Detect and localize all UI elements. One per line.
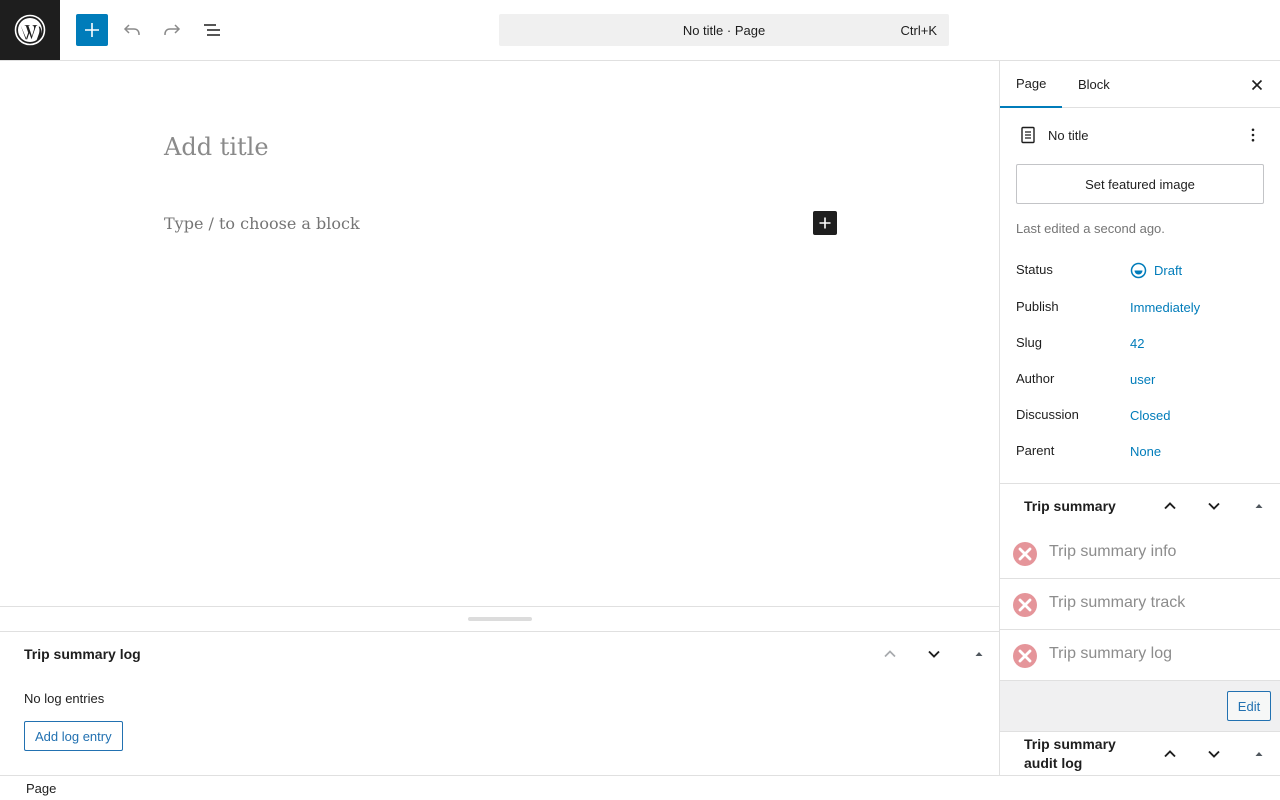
parent-row: Parent None — [1016, 443, 1265, 463]
page-document-icon — [1016, 123, 1040, 147]
default-block-appender[interactable]: Type / to choose a block — [164, 214, 360, 233]
parent-toggle[interactable]: None — [1130, 444, 1161, 459]
trip-summary-item-label: Trip summary track — [1049, 594, 1186, 611]
triangle-up-icon — [975, 652, 983, 656]
list-view-icon — [204, 24, 220, 36]
publish-date-toggle[interactable]: Immediately — [1130, 300, 1200, 315]
add-log-entry-button[interactable]: Add log entry — [24, 721, 123, 751]
trip-summary-item[interactable]: Trip summary log — [1000, 630, 1280, 681]
chevron-down-icon — [1208, 750, 1220, 758]
more-vertical-icon — [1251, 128, 1255, 142]
trip-summary-panel-title: Trip summary — [1024, 498, 1116, 514]
trip-summary-move-up-button[interactable] — [1158, 494, 1182, 518]
document-overview-button[interactable] — [196, 14, 228, 46]
author-toggle[interactable]: user — [1130, 372, 1155, 387]
undo-button[interactable] — [116, 14, 148, 46]
empty-log-message: No log entries — [24, 691, 105, 706]
author-label: Author — [1016, 371, 1055, 386]
error-circle-icon — [1013, 644, 1037, 668]
command-palette-bar[interactable]: No title · Page Ctrl+K — [499, 14, 949, 46]
metabox-resize-handle[interactable] — [468, 617, 532, 621]
metabox-resize-area — [0, 606, 999, 632]
inline-block-inserter[interactable] — [813, 211, 837, 235]
error-circle-icon — [1013, 542, 1037, 566]
post-actions-button[interactable] — [1241, 123, 1265, 147]
audit-log-toggle-button[interactable] — [1247, 742, 1271, 766]
publish-row: Publish Immediately — [1016, 299, 1265, 319]
chevron-up-icon — [884, 650, 896, 658]
edit-button[interactable]: Edit — [1227, 691, 1271, 721]
editor-canvas: Add title Type / to choose a block — [0, 61, 999, 606]
editor-header: No title · Page Ctrl+K — [0, 0, 1280, 61]
trip-summary-item[interactable]: Trip summary track — [1000, 579, 1280, 630]
command-bar-title: No title · Page — [682, 22, 766, 38]
post-title-input[interactable]: Add title — [164, 133, 269, 161]
trip-summary-item-label: Trip summary info — [1049, 543, 1177, 560]
triangle-up-icon — [1255, 504, 1263, 508]
audit-log-move-up-button[interactable] — [1158, 742, 1182, 766]
discussion-label: Discussion — [1016, 407, 1079, 422]
redo-icon — [164, 24, 181, 35]
audit-log-move-down-button[interactable] — [1202, 742, 1226, 766]
editor-footer: Page — [0, 775, 1280, 800]
triangle-up-icon — [1255, 752, 1263, 756]
trip-summary-move-down-button[interactable] — [1202, 494, 1226, 518]
trip-summary-edit-area: Edit — [1000, 681, 1280, 732]
chevron-down-icon — [1208, 502, 1220, 510]
undo-icon — [123, 24, 140, 35]
slug-row: Slug 42 — [1016, 335, 1265, 355]
trip-summary-item[interactable]: Trip summary info — [1000, 528, 1280, 579]
toggle-panel-button[interactable] — [967, 642, 991, 666]
draft-status-icon — [1130, 262, 1147, 279]
metabox-title: Trip summary log — [24, 646, 141, 662]
trip-summary-item-label: Trip summary log — [1049, 645, 1172, 662]
close-icon — [1251, 79, 1263, 91]
command-shortcut: Ctrl+K — [900, 23, 937, 38]
block-inserter-toggle[interactable] — [76, 14, 108, 46]
chevron-up-icon — [1164, 502, 1176, 510]
set-featured-image-button[interactable]: Set featured image — [1016, 164, 1264, 204]
close-sidebar-button[interactable] — [1245, 73, 1269, 97]
post-summary-header: No title — [1016, 123, 1265, 147]
parent-label: Parent — [1016, 443, 1055, 458]
status-value: Draft — [1154, 263, 1183, 278]
chevron-up-icon — [1164, 750, 1176, 758]
wordpress-logo-button[interactable] — [0, 0, 60, 60]
error-circle-icon — [1013, 593, 1037, 617]
plus-icon — [819, 217, 831, 229]
sidebar-tabs: Page Block — [1000, 61, 1280, 108]
status-row: Status Draft — [1016, 262, 1265, 282]
discussion-toggle[interactable]: Closed — [1130, 408, 1170, 423]
discussion-row: Discussion Closed — [1016, 407, 1265, 427]
wordpress-logo-icon — [14, 14, 46, 46]
audit-log-panel-title: Trip summary audit log — [1024, 736, 1116, 771]
move-down-button[interactable] — [922, 642, 946, 666]
last-edited-text: Last edited a second ago. — [1016, 221, 1165, 236]
slug-toggle[interactable]: 42 — [1130, 336, 1144, 351]
status-label: Status — [1016, 262, 1053, 277]
post-title-label: No title — [1048, 128, 1089, 143]
plus-icon — [85, 23, 99, 37]
status-toggle[interactable]: Draft — [1130, 262, 1182, 279]
tab-block[interactable]: Block — [1062, 61, 1126, 108]
redo-button[interactable] — [156, 14, 188, 46]
settings-sidebar: Page Block No title Set featured image L… — [999, 61, 1280, 775]
author-row: Author user — [1016, 371, 1265, 391]
publish-label: Publish — [1016, 299, 1059, 314]
slug-label: Slug — [1016, 335, 1043, 350]
trip-summary-toggle-button[interactable] — [1247, 494, 1271, 518]
move-up-button[interactable] — [878, 642, 902, 666]
chevron-down-icon — [928, 650, 940, 658]
tab-page[interactable]: Page — [1000, 61, 1063, 108]
trip-summary-log-metabox: Trip summary log No log entries Add log … — [0, 632, 999, 775]
breadcrumb[interactable]: Page — [26, 781, 56, 796]
sidebar-divider — [1000, 483, 1280, 484]
